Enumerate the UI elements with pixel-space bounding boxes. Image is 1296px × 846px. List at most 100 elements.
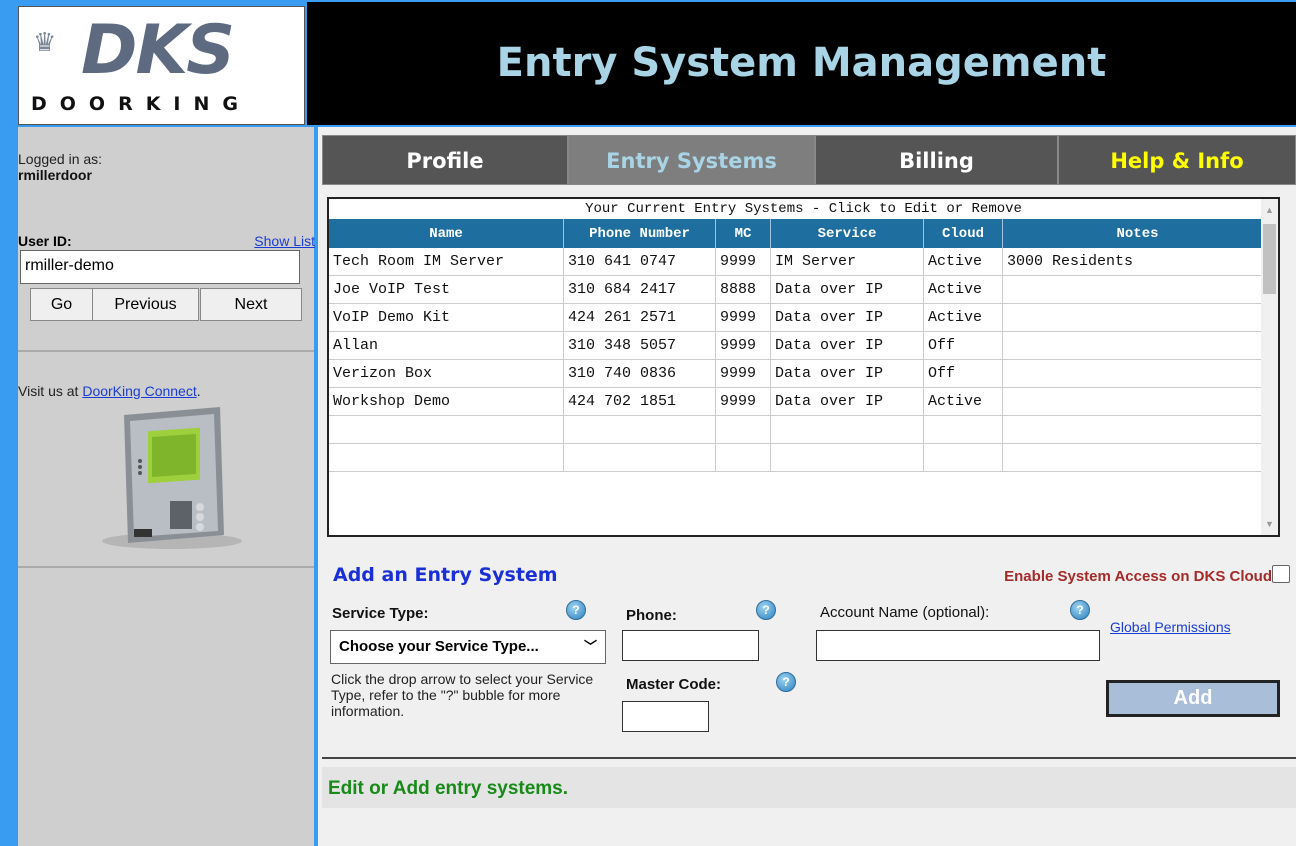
add-button[interactable]: Add <box>1106 680 1280 717</box>
table-cell: 8888 <box>715 275 771 304</box>
logo-brand-text: DKS <box>81 11 235 90</box>
help-icon[interactable]: ? <box>1070 600 1090 620</box>
doorking-connect-link[interactable]: DoorKing Connect <box>82 383 196 399</box>
table-cell: 424 702 1851 <box>563 387 716 416</box>
table-cell: Data over IP <box>770 387 924 416</box>
dks-logo: ♛ DKS DOORKING <box>18 6 305 125</box>
table-cell: Active <box>923 303 1003 332</box>
page-title: Entry System Management <box>496 40 1107 86</box>
tab-help-info[interactable]: Help & Info <box>1058 135 1296 185</box>
table-cell: Allan <box>329 331 564 360</box>
table-row[interactable]: Joe VoIP Test 310 684 2417 8888 Data over I… <box>329 275 1273 304</box>
phone-input[interactable] <box>622 630 759 661</box>
table-row[interactable] <box>329 443 1273 472</box>
sidebar: Logged in as: rmillerdoor User ID: Show … <box>18 127 315 846</box>
username: rmillerdoor <box>18 167 92 183</box>
table-cell <box>1002 387 1273 416</box>
service-type-value: Choose your Service Type... <box>339 638 539 655</box>
table-cell <box>923 443 1003 472</box>
table-cell: Tech Room IM Server <box>329 248 564 276</box>
table-cell <box>1002 443 1273 472</box>
crown-icon: ♛ <box>33 27 57 57</box>
help-icon[interactable]: ? <box>566 600 586 620</box>
table-cell: Workshop Demo <box>329 387 564 416</box>
table-cell: 310 348 5057 <box>563 331 716 360</box>
scroll-thumb[interactable] <box>1263 224 1276 294</box>
table-caption: Your Current Entry Systems - Click to Ed… <box>585 201 1022 217</box>
table-cell: 310 641 0747 <box>563 248 716 276</box>
user-id-label: User ID: <box>18 233 72 249</box>
table-cell <box>563 443 716 472</box>
master-code-input[interactable] <box>622 701 709 732</box>
tab-label: Profile <box>406 149 484 173</box>
phone-label: Phone: <box>626 607 677 624</box>
table-cell: Data over IP <box>770 275 924 304</box>
table-cell <box>715 443 771 472</box>
tab-billing[interactable]: Billing <box>815 135 1058 185</box>
status-bar: Edit or Add entry systems. <box>322 767 1296 808</box>
help-icon[interactable]: ? <box>756 600 776 620</box>
table-scrollbar[interactable]: ▲ ▼ <box>1261 199 1278 535</box>
section-divider <box>322 757 1296 759</box>
table-cell: 9999 <box>715 359 771 388</box>
entry-systems-table: Your Current Entry Systems - Click to Ed… <box>327 197 1280 537</box>
service-type-hint: Click the drop arrow to select your Serv… <box>331 671 594 719</box>
cloud-access-checkbox[interactable] <box>1272 565 1290 583</box>
column-header: Name <box>329 219 564 248</box>
table-row[interactable]: VoIP Demo Kit 424 261 2571 9999 Data over I… <box>329 303 1273 332</box>
user-id-input[interactable]: rmiller-demo <box>20 250 300 284</box>
table-row[interactable]: Workshop Demo 424 702 1851 9999 Data over I… <box>329 387 1273 416</box>
table-cell: 9999 <box>715 303 771 332</box>
chevron-down-icon: ﹀ <box>583 639 597 654</box>
go-button[interactable]: Go <box>30 288 93 321</box>
column-header: Notes <box>1002 219 1273 248</box>
table-cell: 424 261 2571 <box>563 303 716 332</box>
table-cell <box>563 415 716 444</box>
table-cell <box>1002 303 1273 332</box>
tab-profile[interactable]: Profile <box>322 135 568 185</box>
table-cell: Active <box>923 275 1003 304</box>
table-cell: Active <box>923 248 1003 276</box>
table-row[interactable]: Verizon Box 310 740 0836 9999 Data over IP O… <box>329 359 1273 388</box>
table-cell: 9999 <box>715 331 771 360</box>
service-type-select[interactable]: Choose your Service Type... ﹀ <box>330 630 606 664</box>
visit-suffix: . <box>196 383 201 399</box>
add-section-title: Add an Entry System <box>333 564 558 586</box>
table-cell <box>923 415 1003 444</box>
table-row[interactable]: Allan 310 348 5057 9999 Data over IP Off <box>329 331 1273 360</box>
table-cell <box>329 443 564 472</box>
global-permissions-link[interactable]: Global Permissions <box>1110 619 1231 635</box>
master-code-label: Master Code: <box>626 676 722 693</box>
table-cell: 310 684 2417 <box>563 275 716 304</box>
table-cell <box>770 443 924 472</box>
previous-button[interactable]: Previous <box>92 288 199 321</box>
scroll-down-icon[interactable]: ▼ <box>1265 519 1274 529</box>
table-cell: Data over IP <box>770 303 924 332</box>
visit-prefix: Visit us at <box>18 383 83 399</box>
sidebar-divider <box>18 350 314 352</box>
sidebar-divider <box>18 566 314 568</box>
table-cell <box>1002 275 1273 304</box>
tab-label: Help & Info <box>1110 149 1244 173</box>
table-cell: Off <box>923 359 1003 388</box>
service-type-label: Service Type: <box>332 605 429 622</box>
logo-sub-text: DOORKING <box>31 93 251 115</box>
cloud-access-label: Enable System Access on DKS Cloud <box>1004 568 1272 585</box>
tab-label: Billing <box>899 149 974 173</box>
account-name-input[interactable] <box>816 630 1100 661</box>
table-row[interactable] <box>329 415 1273 444</box>
help-icon[interactable]: ? <box>776 672 796 692</box>
table-cell: 3000 Residents <box>1002 248 1273 276</box>
page-header: Entry System Management <box>307 2 1296 125</box>
table-cell: 310 740 0836 <box>563 359 716 388</box>
scroll-up-icon[interactable]: ▲ <box>1265 205 1274 215</box>
show-list-link[interactable]: Show List <box>254 233 315 249</box>
visit-text: Visit us at DoorKing Connect. <box>18 383 201 399</box>
tab-entry-systems[interactable]: Entry Systems <box>568 135 815 185</box>
column-header: MC <box>715 219 771 248</box>
next-button[interactable]: Next <box>200 288 302 321</box>
table-cell <box>1002 415 1273 444</box>
table-row[interactable]: Tech Room IM Server 310 641 0747 9999 IM Se… <box>329 248 1273 276</box>
status-message: Edit or Add entry systems. <box>328 778 569 799</box>
table-cell <box>1002 359 1273 388</box>
